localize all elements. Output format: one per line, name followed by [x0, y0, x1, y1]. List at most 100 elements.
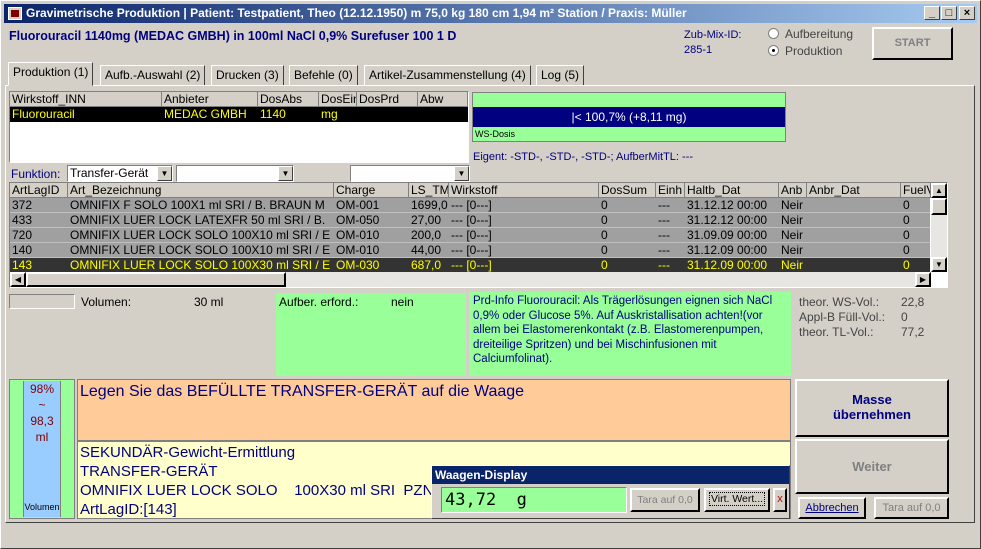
close-button[interactable]: ×: [959, 6, 975, 20]
radio-produktion[interactable]: [768, 45, 779, 56]
table-cell: --- [0---]: [451, 228, 492, 242]
wirkstoff-table[interactable]: Wirkstoff_INN Anbieter DosAbs DosEin Dos…: [9, 91, 469, 163]
scroll-up-icon[interactable]: ▲: [931, 183, 947, 198]
table-cell: 31.12.12 00:00: [687, 198, 768, 212]
scroll-down-icon[interactable]: ▼: [931, 257, 947, 272]
tab-produktion[interactable]: Produktion (1): [8, 62, 94, 86]
weiter-button[interactable]: Weiter: [795, 439, 949, 494]
dosis-label: WS-Dosis: [475, 129, 515, 139]
table-cell: Neir: [781, 213, 804, 227]
masse-line2: übernehmen: [832, 407, 911, 422]
funktion-select[interactable]: Transfer-Gerät ▼: [67, 165, 173, 182]
col-header[interactable]: LS_TM: [409, 183, 449, 198]
chevron-down-icon[interactable]: ▼: [454, 166, 469, 181]
table-cell: 0: [601, 198, 608, 212]
table-row[interactable]: 433 OMNIFIX LUER LOCK LATEXFR 50 ml SRI /…: [10, 213, 930, 228]
col-header[interactable]: Anbieter: [162, 92, 258, 107]
filter-select-2[interactable]: ▼: [350, 165, 470, 182]
waagen-title[interactable]: Waagen-Display: [432, 466, 789, 484]
table-cell: 1140: [260, 107, 286, 121]
vertical-scrollbar[interactable]: ▲ ▼: [931, 183, 947, 272]
volumen-gauge-fill: 98% ~ 98,3 ml Volumen: [23, 381, 61, 517]
maximize-button[interactable]: □: [941, 6, 957, 20]
tab-aufb-auswahl[interactable]: Aufb.-Auswahl (2): [100, 65, 206, 85]
scroll-right-icon[interactable]: ▶: [915, 272, 931, 287]
table-cell: 31.09.09 00:00: [687, 228, 768, 242]
filter-select-1[interactable]: ▼: [176, 165, 294, 182]
table-row[interactable]: 372 OMNIFIX F SOLO 100X1 ml SRI / B. BRAU…: [10, 198, 930, 213]
col-header[interactable]: DosSum: [599, 183, 656, 198]
aufber-panel: Aufber. erford.: nein: [276, 293, 466, 376]
scroll-thumb-h[interactable]: [26, 272, 286, 287]
ws-vol-value: 22,8: [901, 295, 925, 309]
aufber-label: Aufber. erford.:: [279, 295, 359, 309]
col-header[interactable]: DosAbs: [258, 92, 319, 107]
col-header[interactable]: Anbr_Dat: [807, 183, 901, 198]
col-header[interactable]: Anb: [779, 183, 807, 198]
table-cell: Fluorouracil: [12, 107, 75, 121]
artikel-table[interactable]: ArtLagID Art_Bezeichnung Charge LS_TM Wi…: [9, 182, 948, 288]
col-header[interactable]: Wirkstoff_INN: [10, 92, 162, 107]
table-cell: 0: [903, 228, 910, 242]
table-cell: OM-050: [336, 213, 380, 227]
table-cell: OMNIFIX LUER LOCK LATEXFR 50 ml SRI / B.: [70, 213, 326, 227]
table-cell: 433: [12, 213, 33, 227]
table-cell: 0: [601, 258, 608, 272]
table-cell: [807, 198, 901, 213]
col-header[interactable]: Haltb_Dat: [685, 183, 779, 198]
table-cell: [807, 228, 901, 243]
title-bar[interactable]: Gravimetrische Produktion | Patient: Tes…: [4, 4, 977, 23]
table-cell: MEDAC GMBH: [164, 107, 247, 121]
col-header[interactable]: Einh: [656, 183, 685, 198]
table-cell: Neir: [781, 258, 804, 272]
table-row[interactable]: 720 OMNIFIX LUER LOCK SOLO 100X10 ml SRI …: [10, 228, 930, 243]
tab-drucken[interactable]: Drucken (3): [211, 65, 284, 85]
table-cell: [807, 243, 901, 258]
waagen-close-icon[interactable]: x: [773, 488, 787, 512]
scroll-left-icon[interactable]: ◀: [10, 272, 26, 287]
start-button[interactable]: START: [872, 27, 953, 60]
table-cell: 31.12.09 00:00: [687, 243, 768, 257]
prd-info-text: Prd-Info Fluorouracil: Als Trägerlösunge…: [469, 292, 791, 376]
scroll-thumb[interactable]: [931, 198, 947, 215]
waagen-tara-button[interactable]: Tara auf 0,0: [630, 488, 700, 512]
waagen-value: 43,72 g: [441, 487, 627, 513]
masse-uebernehmen-button[interactable]: Masse übernehmen: [795, 379, 949, 437]
abbrechen-button[interactable]: Abbrechen: [798, 497, 866, 519]
table-row[interactable]: 143 OMNIFIX LUER LOCK SOLO 100X30 ml SRI …: [10, 258, 930, 273]
table-cell: 27,00: [411, 213, 442, 227]
col-header[interactable]: DosEin: [319, 92, 357, 107]
table-cell: 687,0: [411, 258, 442, 272]
table-cell: OMNIFIX F SOLO 100X1 ml SRI / B. BRAUN M: [70, 198, 325, 212]
table-row[interactable]: Fluorouracil MEDAC GMBH 1140 mg: [10, 107, 468, 122]
gauge-value: 98,3: [30, 414, 54, 428]
radio-aufbereitung[interactable]: [768, 28, 779, 39]
col-header[interactable]: FuelV: [901, 183, 931, 198]
table-cell: ---: [658, 258, 670, 272]
virt-wert-button[interactable]: Virt. Wert...: [704, 488, 770, 512]
table-cell: 720: [12, 228, 33, 242]
table-cell: 0: [903, 243, 910, 257]
col-header[interactable]: Art_Bezeichnung: [68, 183, 334, 198]
dosis-value: |< 100,7% (+8,11 mg): [473, 107, 785, 127]
col-header[interactable]: ArtLagID: [10, 183, 68, 198]
table-cell: --- [0---]: [451, 258, 492, 272]
tab-log[interactable]: Log (5): [536, 65, 585, 85]
zub-mix-id: 285-1: [684, 44, 713, 56]
chevron-down-icon[interactable]: ▼: [157, 166, 172, 181]
col-header[interactable]: Abw: [418, 92, 468, 107]
tab-artikel-zusammenstellung[interactable]: Artikel-Zusammenstellung (4): [364, 65, 531, 85]
col-header[interactable]: Wirkstoff: [449, 183, 599, 198]
tara-button[interactable]: Tara auf 0,0: [874, 497, 949, 519]
table-cell: 0: [903, 213, 910, 227]
col-header[interactable]: Charge: [334, 183, 409, 198]
col-header[interactable]: DosPrd: [357, 92, 418, 107]
chevron-down-icon[interactable]: ▼: [278, 166, 293, 181]
masse-line1: Masse: [852, 392, 892, 407]
table-cell: --- [0---]: [451, 243, 492, 257]
horizontal-scrollbar[interactable]: ◀ ▶: [10, 272, 931, 287]
table-row[interactable]: 140 OMNIFIX LUER LOCK SOLO 100X10 ml SRI …: [10, 243, 930, 258]
table-cell: --- [0---]: [451, 198, 492, 212]
minimize-button[interactable]: _: [924, 6, 940, 20]
tab-befehle[interactable]: Befehle (0): [289, 65, 358, 85]
